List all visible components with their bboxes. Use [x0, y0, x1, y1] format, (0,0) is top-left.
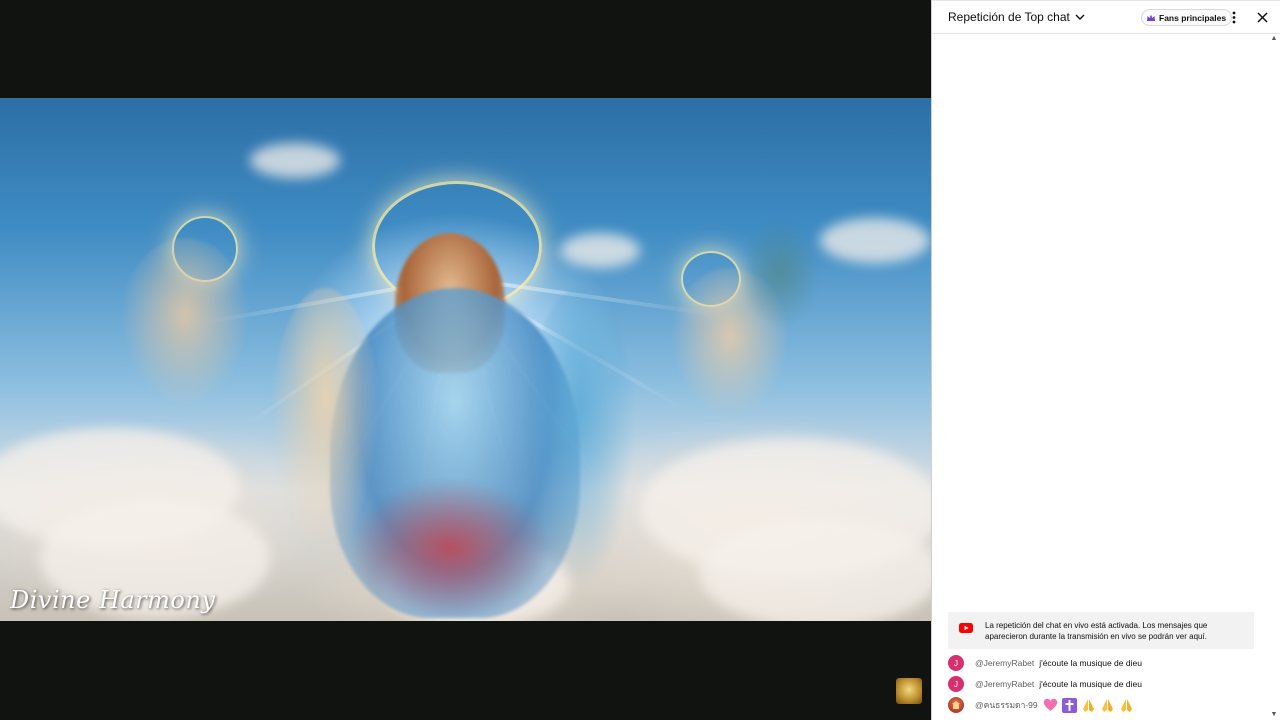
vertical-dots-icon — [1232, 11, 1236, 24]
folded-hands-emoji — [1081, 697, 1097, 713]
message-text: j'écoute la musique de dieu — [1039, 679, 1142, 689]
avatar-letter: J — [954, 679, 958, 689]
avatar[interactable] — [948, 697, 964, 713]
message-author[interactable]: @คนธรรมดา-99 — [975, 698, 1038, 712]
pink-heart-emoji — [1043, 697, 1059, 713]
more-options-button[interactable] — [1228, 9, 1240, 26]
chat-message: J @JeremyRabet j'écoute la musique de di… — [948, 675, 1268, 693]
chat-message: @คนธรรมดา-99 — [948, 696, 1268, 714]
crown-icon — [1147, 14, 1155, 21]
top-fans-label: Fans principales — [1159, 12, 1227, 23]
temple-icon — [952, 701, 960, 709]
message-text: j'écoute la musique de dieu — [1039, 658, 1142, 668]
live-chat-panel: Repetición de Top chat Fans principales … — [931, 0, 1280, 720]
video-player[interactable]: Divine Harmony — [0, 0, 931, 720]
channel-thumbnail[interactable] — [896, 678, 922, 704]
chat-message: J @JeremyRabet j'écoute la musique de di… — [948, 654, 1268, 672]
close-icon — [1256, 11, 1268, 23]
chevron-down-icon — [1075, 14, 1085, 20]
close-chat-button[interactable] — [1254, 9, 1270, 25]
avatar[interactable]: J — [948, 676, 964, 692]
message-author[interactable]: @JeremyRabet — [975, 679, 1034, 689]
scroll-up-arrow-icon[interactable]: ▲ — [1269, 35, 1279, 43]
folded-hands-emoji — [1100, 697, 1116, 713]
avatar-letter: J — [954, 658, 958, 668]
video-frame[interactable]: Divine Harmony — [0, 98, 931, 621]
folded-hands-emoji — [1119, 697, 1135, 713]
chat-header: Repetición de Top chat Fans principales — [932, 1, 1280, 34]
youtube-logo-icon — [959, 623, 973, 633]
chat-mode-dropdown[interactable]: Repetición de Top chat — [948, 10, 1086, 24]
chat-scrollbar[interactable] — [1271, 45, 1277, 709]
chat-replay-notice-text: La repetición del chat en vivo está acti… — [985, 621, 1208, 641]
scroll-down-arrow-icon[interactable]: ▼ — [1269, 711, 1279, 719]
chat-title-label: Repetición de Top chat — [948, 10, 1070, 24]
avatar[interactable]: J — [948, 655, 964, 671]
top-fans-chip[interactable]: Fans principales — [1141, 9, 1233, 26]
message-emojis — [1043, 697, 1135, 713]
video-watermark: Divine Harmony — [10, 586, 216, 614]
chat-replay-notice: La repetición del chat en vivo está acti… — [948, 612, 1254, 649]
latin-cross-emoji — [1062, 697, 1078, 713]
message-author[interactable]: @JeremyRabet — [975, 658, 1034, 668]
